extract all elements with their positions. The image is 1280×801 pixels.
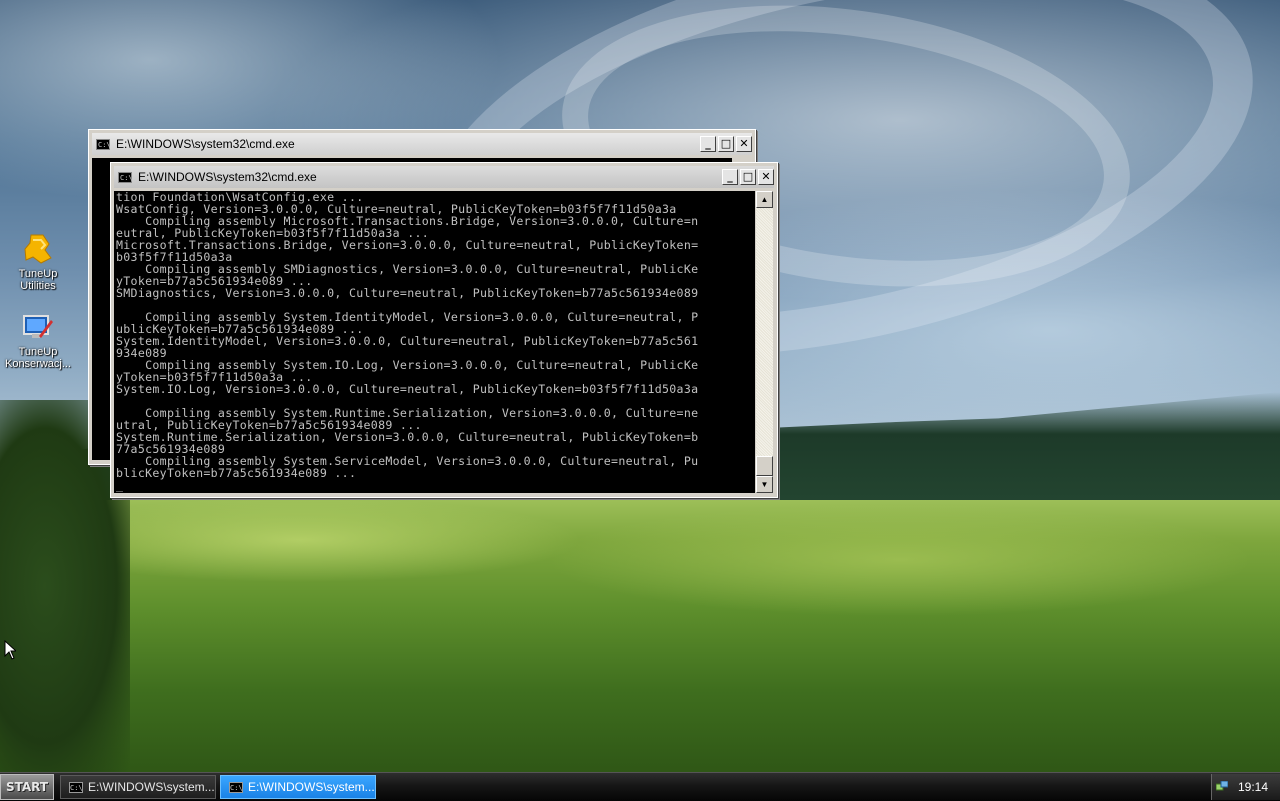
system-tray: 19:14 xyxy=(1211,774,1280,800)
taskbar-item-label: E:\WINDOWS\system... xyxy=(88,780,215,794)
taskbar: START C:\ E:\WINDOWS\system... C:\ E:\WI… xyxy=(0,772,1280,801)
cmd-window-front[interactable]: C:\ E:\WINDOWS\system32\cmd.exe _ □ ✕ ti… xyxy=(110,162,778,498)
scroll-thumb[interactable] xyxy=(756,456,773,476)
close-button[interactable]: ✕ xyxy=(736,136,752,152)
console-text: tion Foundation\WsatConfig.exe ... WsatC… xyxy=(116,191,699,492)
minimize-button[interactable]: _ xyxy=(700,136,716,152)
maximize-button[interactable]: □ xyxy=(740,169,756,185)
cmd-icon: C:\ xyxy=(118,171,133,183)
vertical-scrollbar[interactable]: ▲ ▼ xyxy=(756,191,773,493)
network-icon[interactable] xyxy=(1215,780,1229,793)
window-title: E:\WINDOWS\system32\cmd.exe xyxy=(116,137,295,151)
window-titlebar[interactable]: C:\ E:\WINDOWS\system32\cmd.exe _ □ ✕ xyxy=(114,166,774,188)
desktop-icon-label: TuneUp Konserwacj... xyxy=(4,346,72,370)
console-output[interactable]: tion Foundation\WsatConfig.exe ... WsatC… xyxy=(114,191,755,493)
clock[interactable]: 19:14 xyxy=(1238,780,1268,794)
cmd-icon: C:\ xyxy=(96,138,111,150)
taskbar-item-label: E:\WINDOWS\system... xyxy=(248,780,375,794)
desktop-icon-tuneup-utilities[interactable]: TuneUp Utilities xyxy=(0,232,76,292)
close-button[interactable]: ✕ xyxy=(758,169,774,185)
cmd-icon: C:\ xyxy=(69,781,83,793)
start-button[interactable]: START xyxy=(0,774,54,800)
desktop-icon-tuneup-maintenance[interactable]: TuneUp Konserwacj... xyxy=(0,310,76,370)
scroll-up-button[interactable]: ▲ xyxy=(756,191,773,208)
taskbar-item-cmd-2[interactable]: C:\ E:\WINDOWS\system... xyxy=(220,775,376,799)
scroll-down-button[interactable]: ▼ xyxy=(756,476,773,493)
mouse-cursor-icon xyxy=(4,639,18,665)
minimize-button[interactable]: _ xyxy=(722,169,738,185)
window-title: E:\WINDOWS\system32\cmd.exe xyxy=(138,170,317,184)
maximize-button[interactable]: □ xyxy=(718,136,734,152)
tuneup-utilities-icon xyxy=(21,232,55,266)
tuneup-maintenance-icon xyxy=(21,310,55,344)
taskbar-item-cmd-1[interactable]: C:\ E:\WINDOWS\system... xyxy=(60,775,216,799)
wallpaper-meadow xyxy=(0,500,1280,772)
window-titlebar[interactable]: C:\ E:\WINDOWS\system32\cmd.exe _ □ ✕ xyxy=(92,133,752,155)
desktop-icon-label: TuneUp Utilities xyxy=(18,268,58,292)
cmd-icon: C:\ xyxy=(229,781,243,793)
